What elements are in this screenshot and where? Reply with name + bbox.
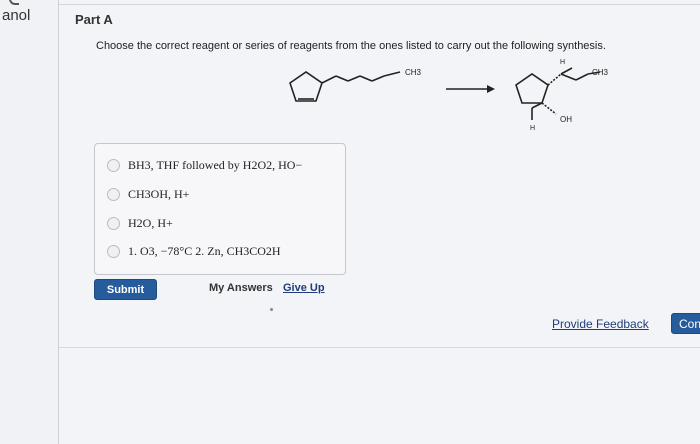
option-label: CH3OH, H+ (128, 187, 190, 201)
reactant-ch3-label: CH3 (405, 68, 422, 77)
radio-button[interactable] (107, 245, 120, 258)
product-oh-label: OH (560, 115, 572, 124)
radio-button[interactable] (107, 188, 120, 201)
divider-dot (270, 308, 273, 311)
option-label: BH3, THF followed by H2O2, HO− (128, 158, 303, 172)
product-ch3-label: CH3 (592, 68, 609, 77)
my-answers-link[interactable]: My Answers (209, 282, 273, 294)
option-4[interactable]: 1. O3, −78°C 2. Zn, CH3CO2H (107, 244, 281, 259)
option-label: 1. O3, −78°C 2. Zn, CH3CO2H (128, 244, 281, 258)
give-up-link[interactable]: Give Up (283, 282, 325, 294)
radio-button[interactable] (107, 159, 120, 172)
option-label: H2O, H+ (128, 216, 173, 230)
reactant-structure (289, 71, 401, 102)
top-divider (59, 0, 700, 5)
part-title: Part A (75, 12, 113, 27)
left-column: anol (0, 0, 58, 444)
checkmark-icon (9, 0, 19, 5)
previous-part-tab[interactable]: anol (2, 7, 30, 24)
bottom-divider (59, 347, 700, 348)
reaction-arrow (446, 85, 495, 93)
provide-feedback-link[interactable]: Provide Feedback (552, 317, 649, 331)
main-panel: Part A Choose the correct reagent or ser… (58, 0, 700, 444)
option-3[interactable]: H2O, H+ (107, 216, 173, 231)
continue-button[interactable]: Continue (671, 313, 700, 334)
option-2[interactable]: CH3OH, H+ (107, 187, 189, 202)
product-h-top-label: H (560, 59, 565, 66)
radio-button[interactable] (107, 217, 120, 230)
answer-options-box: BH3, THF followed by H2O2, HO− CH3OH, H+… (94, 143, 346, 275)
product-h-bottom-label: H (530, 125, 535, 132)
reaction-scheme: CH3 H CH3 OH H (289, 59, 609, 132)
option-1[interactable]: BH3, THF followed by H2O2, HO− (107, 158, 302, 173)
product-structure (515, 67, 601, 120)
submit-button[interactable]: Submit (94, 279, 157, 300)
